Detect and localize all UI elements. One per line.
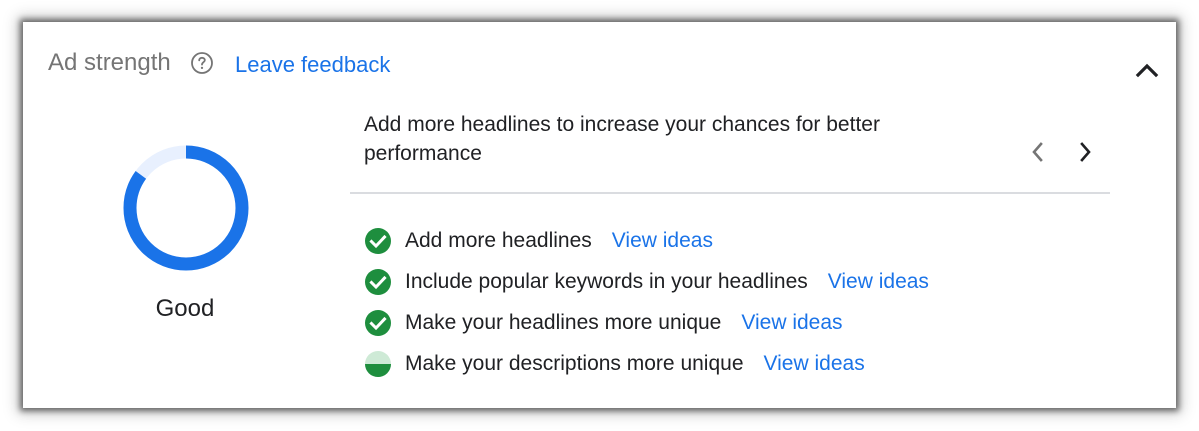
checklist: Add more headlines View ideas Include po…	[364, 220, 929, 384]
ad-strength-title: Ad strength	[48, 49, 171, 76]
recommendation-text: Add more headlines to increase your chan…	[364, 113, 880, 165]
checklist-item-text: Make your descriptions more unique	[405, 351, 744, 375]
checklist-item: Make your descriptions more unique View …	[364, 343, 929, 384]
divider	[350, 192, 1110, 194]
half-filled-circle-icon	[365, 350, 391, 377]
checklist-item-text: Include popular keywords in your headlin…	[405, 269, 808, 293]
ad-strength-card: Ad strength Leave feedback Good Add more…	[23, 22, 1176, 408]
chevron-left-icon[interactable]	[1026, 139, 1050, 165]
checklist-item-text: Make your headlines more unique	[405, 310, 722, 334]
checklist-item: Include popular keywords in your headlin…	[364, 261, 929, 302]
view-ideas-link[interactable]: View ideas	[612, 227, 713, 255]
help-circle-icon[interactable]	[190, 51, 214, 75]
strength-rating-label: Good	[155, 295, 215, 322]
chevron-up-icon[interactable]	[1131, 56, 1163, 84]
check-circle-icon	[365, 309, 391, 336]
checklist-item-text: Add more headlines	[405, 228, 592, 252]
check-circle-icon	[365, 268, 391, 295]
chevron-right-icon[interactable]	[1073, 139, 1097, 165]
checklist-item: Add more headlines View ideas	[364, 220, 929, 261]
checklist-item: Make your headlines more unique View ide…	[364, 302, 929, 343]
view-ideas-link[interactable]: View ideas	[828, 268, 929, 296]
view-ideas-link[interactable]: View ideas	[741, 309, 842, 337]
view-ideas-link[interactable]: View ideas	[764, 350, 865, 378]
leave-feedback-link[interactable]: Leave feedback	[235, 51, 390, 79]
check-circle-icon	[365, 227, 391, 254]
strength-gauge	[123, 145, 249, 271]
